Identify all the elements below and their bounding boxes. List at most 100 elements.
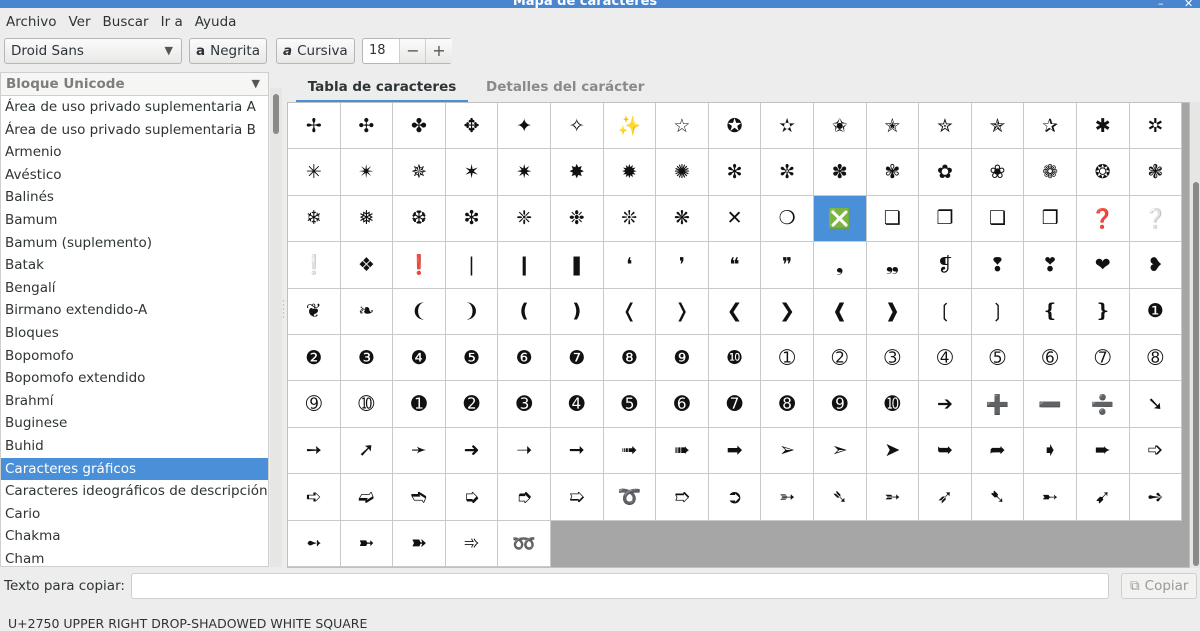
character-cell[interactable]: ➕: [971, 381, 1025, 428]
character-cell[interactable]: ❑: [971, 195, 1025, 243]
character-cell[interactable]: ✯: [971, 103, 1025, 150]
character-cell[interactable]: ➇: [1129, 334, 1183, 382]
character-cell[interactable]: ➂: [866, 334, 920, 382]
character-cell[interactable]: ➒: [813, 381, 867, 428]
menu-ir-a[interactable]: Ir a: [155, 14, 189, 30]
character-cell[interactable]: ❘: [445, 242, 499, 289]
block-list-item[interactable]: Bopomofo extendido: [1, 367, 268, 390]
character-cell[interactable]: ✲: [1129, 103, 1183, 150]
character-cell[interactable]: ➚: [340, 427, 394, 475]
tab-character-details[interactable]: Detalles del carácter: [486, 72, 644, 100]
character-cell[interactable]: ❢: [971, 242, 1025, 289]
character-cell[interactable]: ❦: [288, 288, 341, 335]
character-cell[interactable]: ✵: [393, 149, 446, 196]
character-cell[interactable]: ➡: [708, 427, 762, 475]
character-cell[interactable]: ❀: [971, 149, 1025, 196]
character-cell[interactable]: ❻: [498, 334, 551, 382]
character-cell[interactable]: ➗: [1076, 381, 1130, 428]
character-cell[interactable]: ✱: [1076, 103, 1130, 150]
character-cell[interactable]: ➰: [603, 474, 657, 521]
character-cell[interactable]: ❄: [288, 195, 341, 243]
decrease-size-button[interactable]: −: [399, 39, 426, 63]
character-cell[interactable]: ❨: [393, 288, 446, 335]
close-icon[interactable]: ✕: [1184, 0, 1193, 8]
block-list-item[interactable]: Avéstico: [1, 164, 268, 187]
menu-ayuda[interactable]: Ayuda: [189, 14, 243, 30]
block-list-item[interactable]: Brahmí: [1, 390, 268, 413]
character-cell[interactable]: ✼: [761, 149, 814, 196]
character-cell[interactable]: ➠: [656, 427, 709, 475]
block-list-item[interactable]: Buginese: [1, 412, 268, 435]
character-cell[interactable]: ➄: [971, 334, 1025, 382]
block-list-item[interactable]: Área de uso privado suplementaria B: [1, 119, 268, 142]
block-list-item[interactable]: Batak: [1, 254, 268, 277]
character-cell[interactable]: ❺: [445, 334, 499, 382]
character-cell[interactable]: ➮: [498, 474, 551, 521]
character-cell[interactable]: ❧: [340, 288, 394, 335]
character-cell[interactable]: ❽: [603, 334, 657, 382]
character-cell[interactable]: ❐: [919, 195, 972, 243]
character-cell[interactable]: ✴: [340, 149, 394, 196]
character-cell[interactable]: ❰: [813, 288, 867, 335]
character-cell[interactable]: ✶: [445, 149, 499, 196]
character-cell[interactable]: ➜: [445, 427, 499, 475]
character-cell[interactable]: ✾: [866, 149, 920, 196]
character-cell[interactable]: ➾: [445, 520, 499, 567]
character-cell[interactable]: ➃: [919, 334, 972, 382]
character-cell[interactable]: ❯: [761, 288, 814, 335]
character-cell[interactable]: ➣: [813, 427, 867, 475]
character-cell[interactable]: ➎: [603, 381, 657, 428]
block-list-item[interactable]: Área de uso privado suplementaria A: [1, 96, 268, 119]
character-cell[interactable]: ➲: [708, 474, 762, 521]
character-cell[interactable]: ✪: [708, 103, 762, 150]
character-cell[interactable]: ❤: [1076, 242, 1130, 289]
block-list-item[interactable]: Cham: [1, 548, 268, 566]
character-cell[interactable]: ➼: [340, 520, 394, 567]
character-cell[interactable]: ✳: [288, 149, 341, 196]
character-cell[interactable]: ❅: [340, 195, 394, 243]
pane-resize-handle[interactable]: · · · · ·: [282, 298, 286, 340]
character-cell[interactable]: ❪: [498, 288, 551, 335]
character-cell[interactable]: ➐: [708, 381, 762, 428]
character-cell[interactable]: ➻: [288, 520, 341, 567]
menu-archivo[interactable]: Archivo: [0, 14, 62, 30]
character-cell[interactable]: ❕: [288, 242, 341, 289]
character-cell[interactable]: ❇: [445, 195, 499, 243]
increase-size-button[interactable]: +: [425, 39, 452, 63]
character-cell[interactable]: ✤: [393, 103, 446, 150]
minimize-icon[interactable]: –: [1158, 0, 1164, 8]
character-cell[interactable]: ❊: [603, 195, 657, 243]
font-size-value[interactable]: 18: [369, 39, 386, 63]
character-cell[interactable]: ❴: [1024, 288, 1077, 335]
block-list-item[interactable]: Armenio: [1, 141, 268, 164]
character-cell[interactable]: ❏: [866, 195, 920, 243]
character-cell[interactable]: ❂: [1076, 149, 1130, 196]
character-cell[interactable]: ➪: [288, 474, 341, 521]
character-cell[interactable]: ➓: [866, 381, 920, 428]
character-cell[interactable]: ➏: [656, 381, 709, 428]
character-cell[interactable]: ➉: [340, 381, 394, 428]
character-cell[interactable]: ✫: [761, 103, 814, 150]
character-cell[interactable]: ➁: [813, 334, 867, 382]
character-cell[interactable]: ❎: [813, 195, 867, 243]
character-cell[interactable]: ✨: [603, 103, 657, 150]
character-cell[interactable]: ❔: [1129, 195, 1183, 243]
character-cell[interactable]: ❒: [1024, 195, 1077, 243]
character-cell[interactable]: ❃: [1129, 149, 1183, 196]
character-cell[interactable]: ➟: [603, 427, 657, 475]
character-cell[interactable]: ➍: [550, 381, 604, 428]
menu-ver[interactable]: Ver: [62, 14, 96, 30]
character-cell[interactable]: ➴: [813, 474, 867, 521]
character-cell[interactable]: ✮: [919, 103, 972, 150]
character-cell[interactable]: ➩: [1129, 427, 1183, 475]
character-cell[interactable]: ❞: [761, 242, 814, 289]
block-list-item[interactable]: Birmano extendido-A: [1, 299, 268, 322]
grid-scrollbar[interactable]: [1190, 102, 1200, 568]
block-list-item[interactable]: Balinés: [1, 186, 268, 209]
character-cell[interactable]: ❮: [708, 288, 762, 335]
character-cell[interactable]: ➷: [971, 474, 1025, 521]
character-cell[interactable]: ✥: [445, 103, 499, 150]
italic-button[interactable]: a Cursiva: [276, 38, 355, 64]
character-cell[interactable]: ❍: [761, 195, 814, 243]
character-cell[interactable]: ➥: [919, 427, 972, 475]
